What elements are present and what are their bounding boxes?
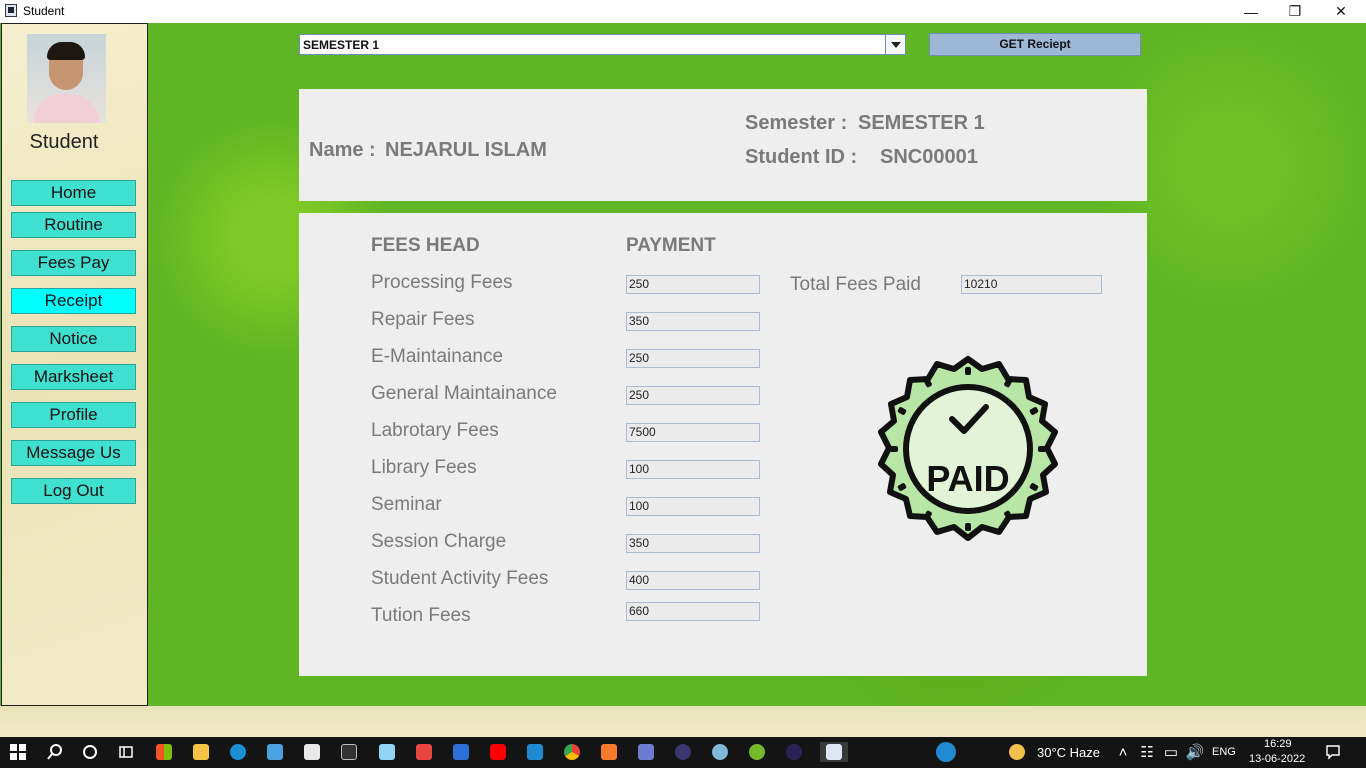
- total-fees-paid-label: Total Fees Paid: [790, 274, 921, 295]
- name-value: NEJARUL ISLAM: [385, 139, 547, 161]
- file-explorer-icon[interactable]: [190, 742, 212, 762]
- fee-input-tution[interactable]: 660: [626, 602, 760, 621]
- clock-time[interactable]: 16:29: [1264, 738, 1292, 750]
- fee-label-seminar: Seminar: [371, 494, 442, 515]
- avatar: [27, 34, 106, 123]
- notification-icon[interactable]: [1322, 742, 1344, 762]
- fees-panel: FEES HEAD PAYMENT Processing Fees 250 Re…: [299, 213, 1147, 676]
- fee-label-labrotary: Labrotary Fees: [371, 420, 499, 441]
- fee-label-library: Library Fees: [371, 457, 477, 478]
- search-icon[interactable]: [44, 742, 66, 762]
- help-icon[interactable]: [935, 742, 957, 762]
- fee-label-e-maintainance: E-Maintainance: [371, 346, 504, 367]
- semester-dropdown[interactable]: SEMESTER 1: [299, 34, 906, 55]
- xampp-icon[interactable]: [598, 742, 620, 762]
- fee-label-general-maintainance: General Maintainance: [371, 383, 557, 404]
- java-app-icon[interactable]: [820, 742, 848, 762]
- student-id-value: SNC00001: [880, 146, 978, 168]
- maximize-button[interactable]: ❐: [1272, 0, 1318, 23]
- semester-label: Semester :: [745, 112, 848, 134]
- fee-label-session-charge: Session Charge: [371, 531, 507, 552]
- main-window: Student Home Routine Fees Pay Receipt No…: [0, 23, 1366, 737]
- remote-desktop-icon[interactable]: [264, 742, 286, 762]
- paint-icon[interactable]: [709, 742, 731, 762]
- name-label: Name :: [309, 139, 376, 161]
- vscode-icon[interactable]: [524, 742, 546, 762]
- language-indicator[interactable]: ENG: [1212, 746, 1236, 758]
- window-title: Student: [23, 4, 65, 18]
- get-receipt-button[interactable]: GET Reciept: [929, 33, 1141, 56]
- sidebar-item-marksheet[interactable]: Marksheet: [11, 364, 136, 390]
- pdf-reader-icon[interactable]: [413, 742, 435, 762]
- notepad-icon[interactable]: [376, 742, 398, 762]
- fee-label-student-activity: Student Activity Fees: [371, 568, 549, 589]
- paid-badge-text: PAID: [926, 458, 1009, 499]
- fee-input-seminar[interactable]: 100: [626, 497, 760, 516]
- sidebar-item-routine[interactable]: Routine: [11, 212, 136, 238]
- network-icon[interactable]: ☷: [1136, 742, 1158, 762]
- sidebar-item-receipt[interactable]: Receipt: [11, 288, 136, 314]
- mail-icon[interactable]: [301, 742, 323, 762]
- sidebar-item-notice[interactable]: Notice: [11, 326, 136, 352]
- fee-label-tution: Tution Fees: [371, 605, 471, 626]
- app-icon: [5, 4, 17, 17]
- utorrent-icon[interactable]: [746, 742, 768, 762]
- sidebar-item-profile[interactable]: Profile: [11, 402, 136, 428]
- student-id-label: Student ID :: [745, 146, 858, 168]
- fee-label-processing: Processing Fees: [371, 272, 513, 293]
- window-bottom-strip: [0, 706, 1366, 737]
- fee-input-general-maintainance[interactable]: 250: [626, 386, 760, 405]
- fees-head-header: FEES HEAD: [371, 235, 480, 256]
- semester-value: SEMESTER 1: [858, 112, 985, 134]
- fee-input-e-maintainance[interactable]: 250: [626, 349, 760, 368]
- start-icon[interactable]: [7, 742, 29, 762]
- payment-header: PAYMENT: [626, 235, 716, 256]
- sidebar: Student Home Routine Fees Pay Receipt No…: [1, 23, 148, 706]
- sidebar-item-fees-pay[interactable]: Fees Pay: [11, 250, 136, 276]
- chrome-icon[interactable]: [561, 742, 583, 762]
- battery-icon[interactable]: ▭: [1160, 742, 1182, 762]
- clock-date[interactable]: 13-06-2022: [1249, 753, 1305, 765]
- edge-icon[interactable]: [227, 742, 249, 762]
- semester-dropdown-value: SEMESTER 1: [303, 38, 380, 52]
- weather-text[interactable]: 30°C Haze: [1037, 745, 1100, 760]
- sidebar-item-message-us[interactable]: Message Us: [11, 440, 136, 466]
- weather-moon-icon[interactable]: [1006, 742, 1028, 762]
- sidebar-item-log-out[interactable]: Log Out: [11, 478, 136, 504]
- store-icon[interactable]: [153, 742, 175, 762]
- fee-input-session-charge[interactable]: 350: [626, 534, 760, 553]
- youtube-icon[interactable]: [487, 742, 509, 762]
- server-app-icon[interactable]: [635, 742, 657, 762]
- title-bar: Student — ❐ ✕: [0, 0, 1366, 23]
- fee-input-library[interactable]: 100: [626, 460, 760, 479]
- sidebar-item-home[interactable]: Home: [11, 180, 136, 206]
- word-icon[interactable]: [450, 742, 472, 762]
- fee-label-repair: Repair Fees: [371, 309, 475, 330]
- sidebar-title: Student: [29, 131, 99, 153]
- taskbar: 30°C Haze ˄ ☷ ▭ 🔊 ENG 16:29 13-06-2022: [0, 737, 1366, 768]
- eclipse-icon[interactable]: [672, 742, 694, 762]
- fee-input-processing[interactable]: 250: [626, 275, 760, 294]
- volume-icon[interactable]: 🔊: [1184, 742, 1206, 762]
- widgets-icon[interactable]: [115, 742, 137, 762]
- paid-badge: PAID: [878, 356, 1058, 541]
- chevron-down-icon[interactable]: [885, 35, 905, 54]
- task-view-icon[interactable]: [79, 742, 101, 762]
- chevron-up-icon[interactable]: ˄: [1112, 742, 1134, 762]
- command-prompt-icon[interactable]: [338, 742, 360, 762]
- close-button[interactable]: ✕: [1318, 0, 1364, 23]
- fee-input-repair[interactable]: 350: [626, 312, 760, 331]
- minimize-button[interactable]: —: [1228, 0, 1274, 23]
- fee-input-labrotary[interactable]: 7500: [626, 423, 760, 442]
- student-info-panel: Name : NEJARUL ISLAM Semester : SEMESTER…: [299, 89, 1147, 201]
- fee-input-student-activity[interactable]: 400: [626, 571, 760, 590]
- total-fees-paid-input[interactable]: 10210: [961, 275, 1102, 294]
- eclipse-ide-icon[interactable]: [783, 742, 805, 762]
